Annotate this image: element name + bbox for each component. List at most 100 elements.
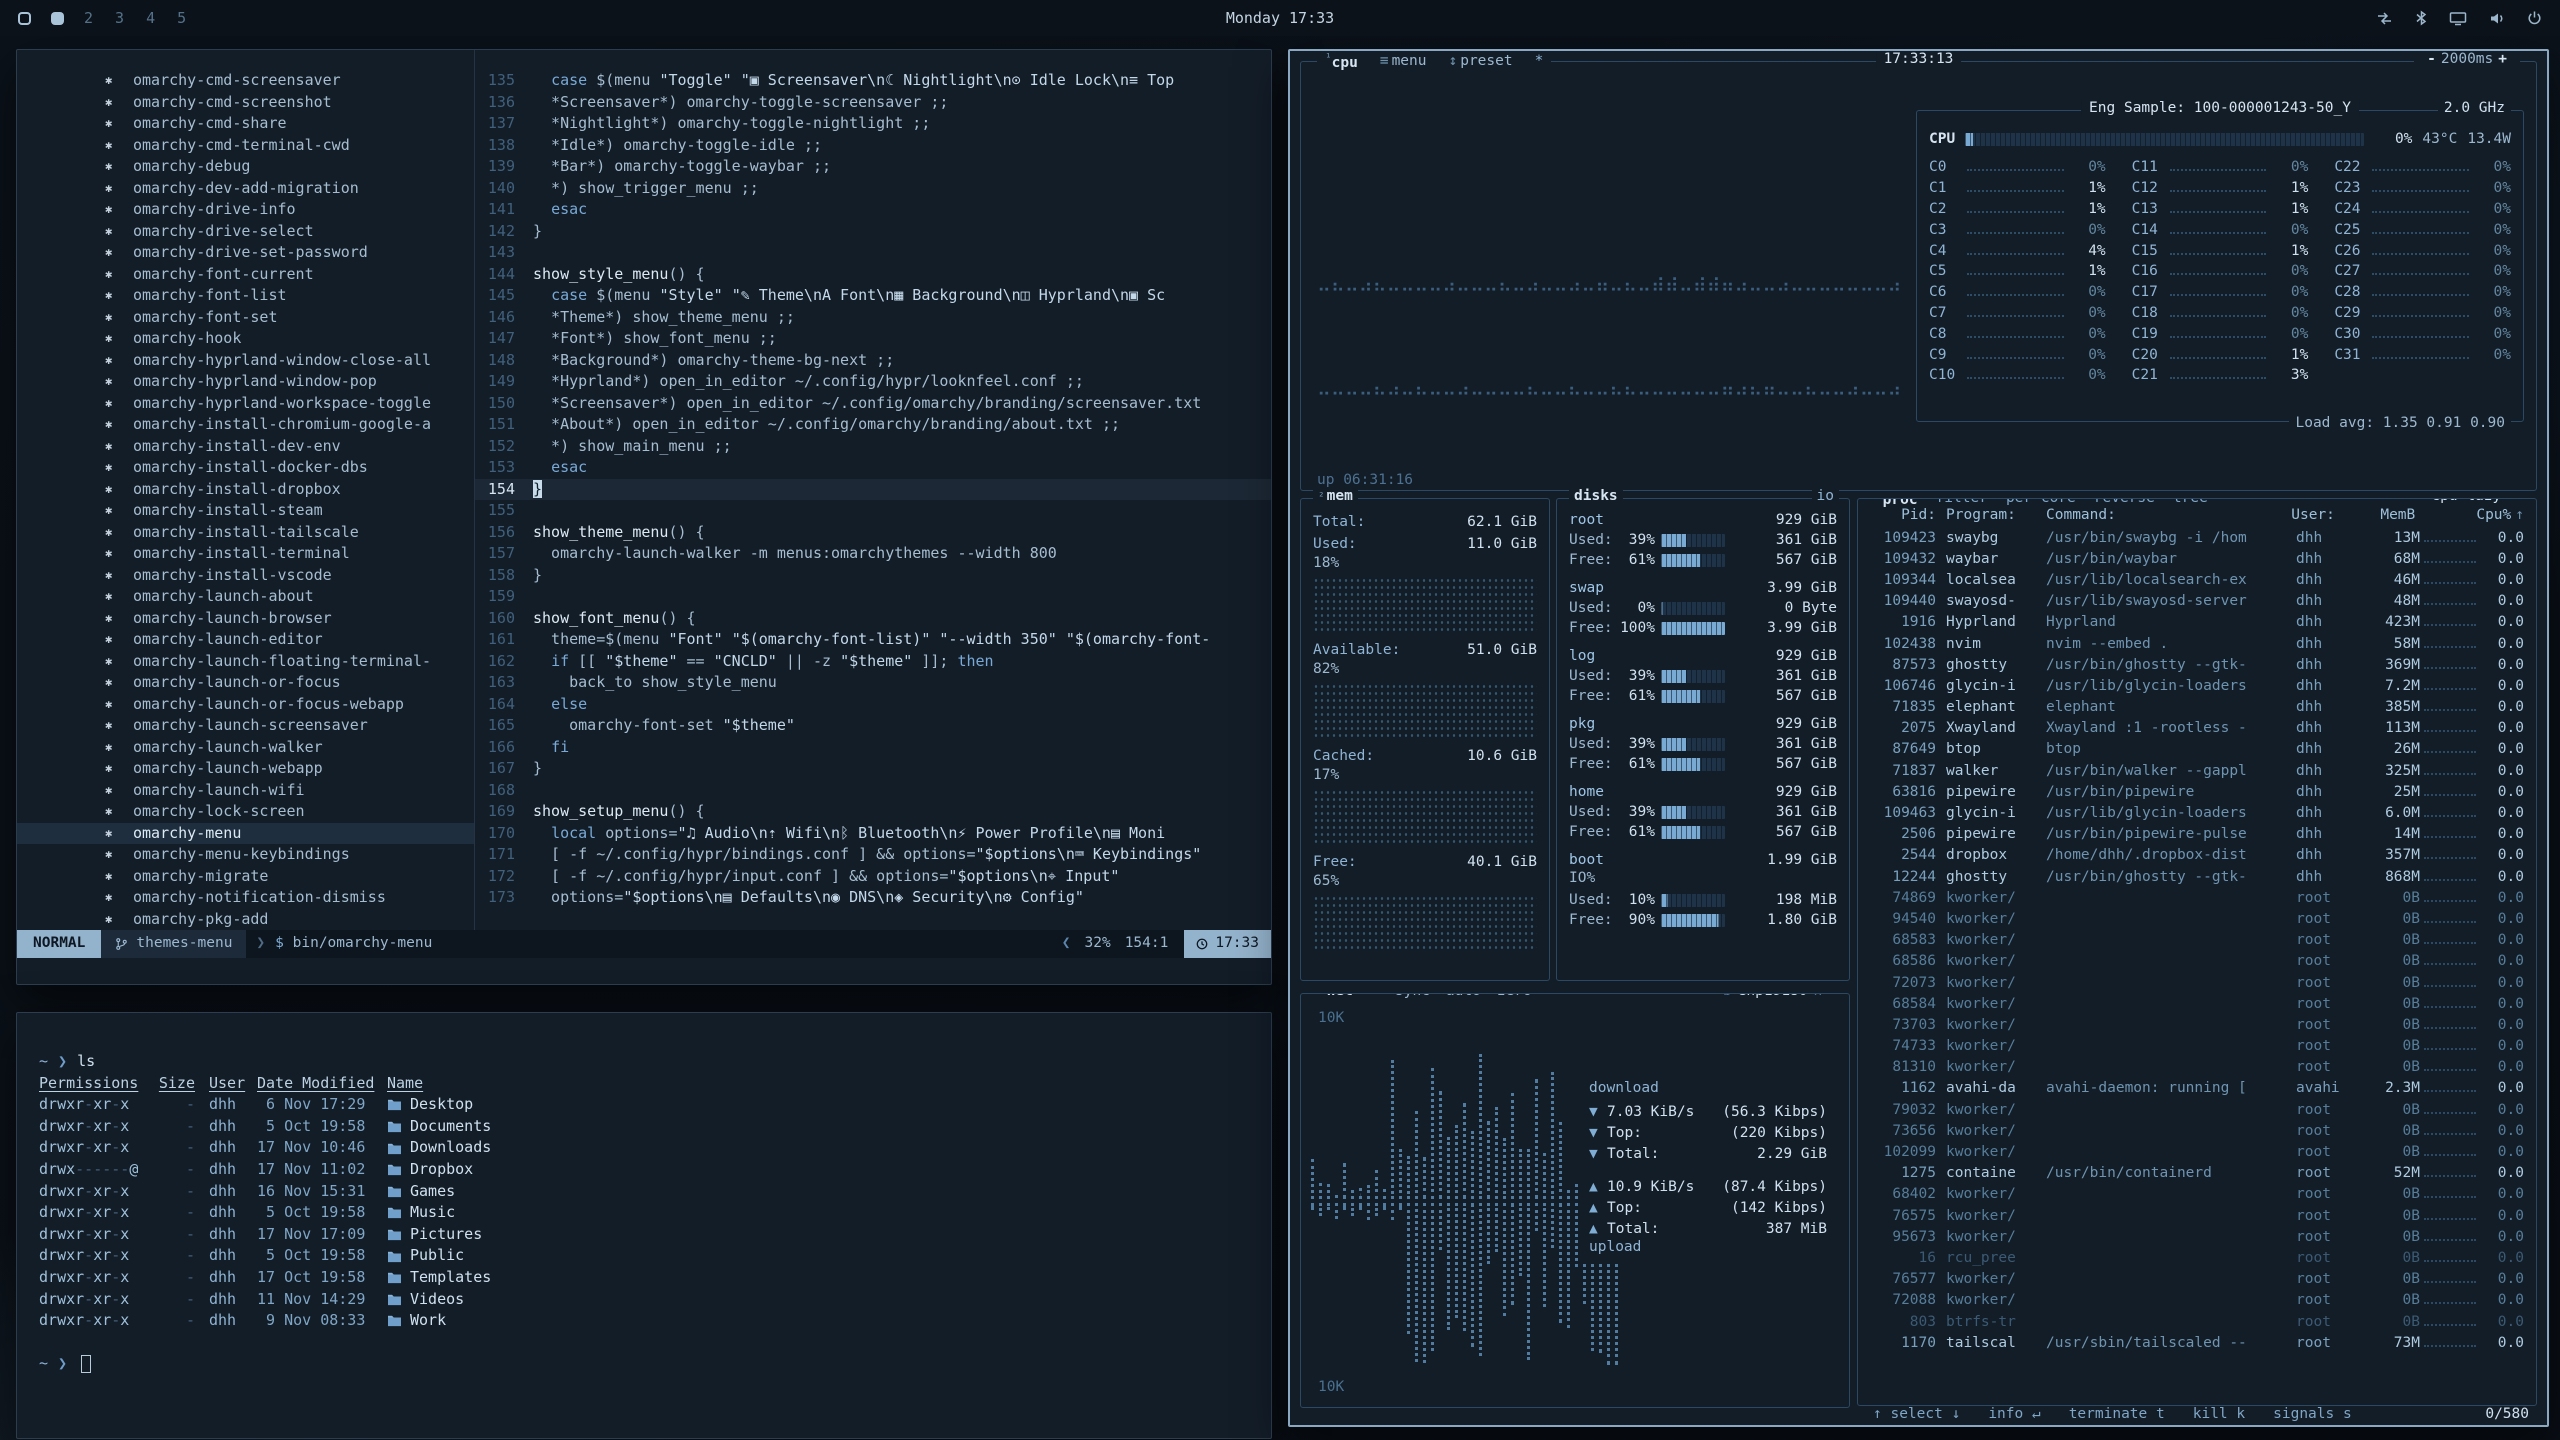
process-row[interactable]: 109344localsea/usr/lib/localsearch-exdhh… [1858, 569, 2536, 590]
file-item[interactable]: ✱omarchy-launch-editor [17, 629, 474, 651]
file-item[interactable]: ✱omarchy-hook [17, 328, 474, 350]
process-row[interactable]: 106746glycin-i/usr/lib/glycin-loadersdhh… [1858, 675, 2536, 696]
file-item[interactable]: ✱omarchy-install-vscode [17, 565, 474, 587]
file-item[interactable]: ✱omarchy-launch-floating-terminal- [17, 651, 474, 673]
file-item[interactable]: ✱omarchy-launch-screensaver [17, 715, 474, 737]
footer-button[interactable]: ↑ select ↓ [1873, 1406, 1960, 1422]
power-icon[interactable] [2527, 10, 2542, 26]
file-item[interactable]: ✱omarchy-hyprland-window-pop [17, 371, 474, 393]
proc-filter-button[interactable]: filter [1936, 498, 1988, 506]
process-row[interactable]: 68402kworker/root0B0.0 [1858, 1184, 2536, 1205]
process-row[interactable]: 73656kworker/root0B0.0 [1858, 1120, 2536, 1141]
terminal-window[interactable]: ~ ❯ ls PermissionsSizeUserDate ModifiedN… [16, 1012, 1272, 1439]
net-zero-button[interactable]: zero [1497, 993, 1532, 999]
dir-name[interactable]: Pictures [387, 1224, 1271, 1246]
volume-icon[interactable] [2489, 11, 2505, 26]
proc-col-user[interactable]: User: [2291, 507, 2357, 523]
process-row[interactable]: 71835elephantelephantdhh385M0.0 [1858, 697, 2536, 718]
process-row[interactable]: 87573ghostty/usr/bin/ghostty --gtk-dhh36… [1858, 654, 2536, 675]
dir-name[interactable]: Public [387, 1245, 1271, 1267]
workspace-3[interactable]: 3 [115, 9, 124, 27]
process-row[interactable]: 12244ghostty/usr/bin/ghostty --gtk-dhh86… [1858, 866, 2536, 887]
dir-name[interactable]: Documents [387, 1116, 1271, 1138]
process-row[interactable]: 87649btopbtopdhh26M0.0 [1858, 739, 2536, 760]
file-item[interactable]: ✱omarchy-drive-set-password [17, 242, 474, 264]
workspace-4[interactable]: 4 [146, 9, 155, 27]
process-row[interactable]: 71837walker/usr/bin/walker --gappldhh325… [1858, 760, 2536, 781]
file-item[interactable]: ✱omarchy-hyprland-workspace-toggle [17, 393, 474, 415]
file-item[interactable]: ✱omarchy-launch-browser [17, 608, 474, 630]
file-item[interactable]: ✱omarchy-cmd-share [17, 113, 474, 135]
proc-col-program[interactable]: Program: [1946, 507, 2046, 523]
file-item[interactable]: ✱omarchy-cmd-screensaver [17, 70, 474, 92]
file-item[interactable]: ✱omarchy-install-dev-env [17, 436, 474, 458]
bluetooth-icon[interactable] [2415, 10, 2427, 26]
process-row[interactable]: 2506pipewire/usr/bin/pipewire-pulsedhh14… [1858, 824, 2536, 845]
file-item[interactable]: ✱omarchy-menu [17, 823, 474, 845]
disks-io-toggle[interactable]: io [1812, 488, 1839, 504]
file-item[interactable]: ✱omarchy-install-terminal [17, 543, 474, 565]
interval-minus-button[interactable]: - [2427, 51, 2436, 67]
process-row[interactable]: 803btrfs-trroot0B0.0 [1858, 1311, 2536, 1332]
file-item[interactable]: ✱omarchy-pkg-add [17, 909, 474, 931]
workspace-active-icon[interactable] [51, 12, 64, 25]
file-item[interactable]: ✱omarchy-font-list [17, 285, 474, 307]
proc-reverse-button[interactable]: reverse [2094, 498, 2155, 506]
prompt-line-current[interactable]: ~ ❯ [39, 1353, 1271, 1375]
file-item[interactable]: ✱omarchy-install-dropbox [17, 479, 474, 501]
workspace-1-icon[interactable] [18, 12, 31, 25]
proc-sort-selector[interactable]: ←cpu lazy→ [2409, 498, 2524, 504]
dir-name[interactable]: Dropbox [387, 1159, 1271, 1181]
dir-name[interactable]: Music [387, 1202, 1271, 1224]
net-auto-button[interactable]: auto [1446, 993, 1481, 999]
file-item[interactable]: ✱omarchy-install-tailscale [17, 522, 474, 544]
process-row[interactable]: 74733kworker/root0B0.0 [1858, 1036, 2536, 1057]
process-row[interactable]: 81310kworker/root0B0.0 [1858, 1057, 2536, 1078]
file-item[interactable]: ✱omarchy-lock-screen [17, 801, 474, 823]
proc-col-memb[interactable]: MemB [2357, 507, 2415, 523]
file-item[interactable]: ✱omarchy-drive-info [17, 199, 474, 221]
process-row[interactable]: 1162avahi-daavahi-daemon: running [avahi… [1858, 1078, 2536, 1099]
dir-name[interactable]: Work [387, 1310, 1271, 1332]
net-sync-button[interactable]: sync [1395, 993, 1430, 999]
process-row[interactable]: 102438nvimnvim --embed .dhh58M0.0 [1858, 633, 2536, 654]
file-item[interactable]: ✱omarchy-launch-webapp [17, 758, 474, 780]
process-row[interactable]: 2544dropbox/home/dhh/.dropbox-distdhh357… [1858, 845, 2536, 866]
proc-tree-button[interactable]: tree [2173, 498, 2208, 506]
process-row[interactable]: 95673kworker/root0B0.0 [1858, 1226, 2536, 1247]
workspace-5[interactable]: 5 [177, 9, 186, 27]
code-pane[interactable]: 135 case $(menu "Toggle" "▣ Screensaver\… [475, 50, 1271, 930]
footer-button[interactable]: terminate t [2069, 1406, 2165, 1422]
process-row[interactable]: 109432waybar/usr/bin/waybardhh68M0.0 [1858, 548, 2536, 569]
process-row[interactable]: 1170tailscal/usr/sbin/tailscaled --root7… [1858, 1332, 2536, 1353]
process-row[interactable]: 73703kworker/root0B0.0 [1858, 1014, 2536, 1035]
process-row[interactable]: 102099kworker/root0B0.0 [1858, 1141, 2536, 1162]
file-item[interactable]: ✱omarchy-launch-or-focus [17, 672, 474, 694]
footer-button[interactable]: signals s [2273, 1406, 2352, 1422]
tab-menu[interactable]: ≡menu [1380, 53, 1427, 69]
dir-name[interactable]: Games [387, 1181, 1271, 1203]
file-item[interactable]: ✱omarchy-install-docker-dbs [17, 457, 474, 479]
file-item[interactable]: ✱omarchy-hyprland-window-close-all [17, 350, 474, 372]
process-row[interactable]: 74869kworker/root0B0.0 [1858, 887, 2536, 908]
file-item[interactable]: ✱omarchy-debug [17, 156, 474, 178]
process-row[interactable]: 76577kworker/root0B0.0 [1858, 1269, 2536, 1290]
file-item[interactable]: ✱omarchy-menu-keybindings [17, 844, 474, 866]
process-row[interactable]: 2075XwaylandXwayland :1 -rootless -dhh11… [1858, 718, 2536, 739]
file-item[interactable]: ✱omarchy-install-chromium-google-a [17, 414, 474, 436]
file-item[interactable]: ✱omarchy-migrate [17, 866, 474, 888]
file-item[interactable]: ✱omarchy-launch-or-focus-webapp [17, 694, 474, 716]
process-row[interactable]: 72073kworker/root0B0.0 [1858, 972, 2536, 993]
process-row[interactable]: 68584kworker/root0B0.0 [1858, 993, 2536, 1014]
workspace-2[interactable]: 2 [84, 9, 93, 27]
file-list-pane[interactable]: ✱omarchy-cmd-screensaver✱omarchy-cmd-scr… [17, 50, 475, 930]
proc-col-cpu[interactable]: Cpu% [2467, 507, 2511, 523]
file-item[interactable]: ✱omarchy-cmd-terminal-cwd [17, 135, 474, 157]
dir-name[interactable]: Downloads [387, 1137, 1271, 1159]
proc-col-pid[interactable]: Pid: [1870, 507, 1946, 523]
net-interface-switcher[interactable]: ←benp191s0n→ [1708, 993, 1837, 999]
btop-window[interactable]: ¹cpu ≡menu ↕preset * 17:33:13 -2000ms+ ⣀… [1288, 49, 2549, 1427]
file-item[interactable]: ✱omarchy-dev-add-migration [17, 178, 474, 200]
process-row[interactable]: 1916HyprlandHyprlanddhh423M0.0 [1858, 612, 2536, 633]
file-item[interactable]: ✱omarchy-font-current [17, 264, 474, 286]
